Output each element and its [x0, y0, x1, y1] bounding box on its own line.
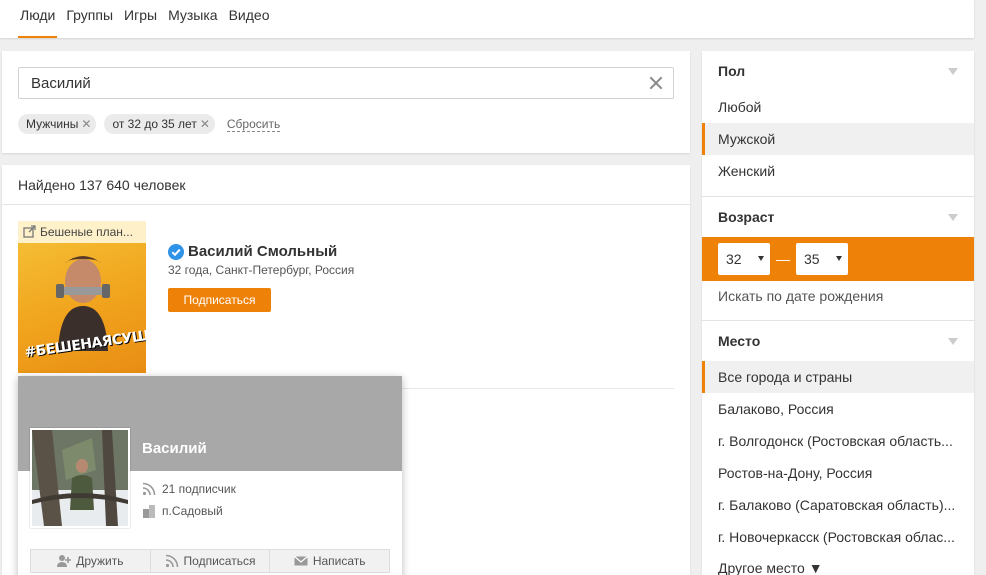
search-card: Мужчины ✕ от 32 до 35 лет ✕ Сбросить — [2, 51, 690, 153]
tab-games[interactable]: Игры — [124, 0, 157, 38]
add-friend-button[interactable]: Дружить — [30, 549, 151, 573]
remove-chip-icon[interactable]: ✕ — [200, 114, 210, 134]
collapse-arrow-icon — [948, 68, 958, 75]
location-stat: п.Садовый — [142, 504, 223, 518]
place-option[interactable]: г. Волгодонск (Ростовская область... — [702, 425, 974, 457]
age-range-dash: — — [776, 251, 790, 267]
rss-icon — [142, 482, 156, 496]
place-option[interactable]: г. Балаково (Саратовская область)... — [702, 489, 974, 521]
dropdown-caret-icon — [758, 256, 764, 261]
filters-sidebar: Пол Любой Мужской Женский Возраст 32 — 3… — [702, 51, 974, 575]
other-place-link[interactable]: Другое место ▼ — [702, 553, 974, 575]
age-section-header[interactable]: Возраст — [702, 197, 974, 237]
profile-hover-card: Василий 21 подписчик п.Садовый Дружить П… — [18, 376, 402, 575]
thumb-title: Бешеные план... — [18, 221, 146, 243]
age-from-select[interactable]: 32 — [718, 243, 770, 275]
filter-chip-age: от 32 до 35 лет ✕ — [104, 114, 215, 134]
search-box — [18, 67, 674, 99]
dropdown-caret-icon — [836, 256, 842, 261]
section-title: Место — [718, 333, 761, 349]
subscribe-button[interactable]: Подписаться — [168, 288, 271, 312]
clear-search-icon[interactable] — [647, 74, 665, 92]
tab-groups[interactable]: Группы — [66, 0, 113, 38]
result-item: Бешеные план... #БЕШЕНАЯСУШКА Василий См… — [18, 221, 674, 389]
add-friend-label: Дружить — [76, 554, 124, 568]
collapse-arrow-icon — [948, 338, 958, 345]
profile-name[interactable]: Василий — [142, 440, 207, 457]
place-option-all[interactable]: Все города и страны — [702, 361, 974, 393]
tab-music[interactable]: Музыка — [168, 0, 218, 38]
active-filters: Мужчины ✕ от 32 до 35 лет ✕ Сбросить — [18, 114, 281, 134]
search-category-tabs: Люди Группы Игры Музыка Видео — [0, 0, 974, 38]
place-section-header[interactable]: Место — [702, 321, 974, 361]
search-input[interactable] — [19, 68, 619, 98]
gender-section-header[interactable]: Пол — [702, 51, 974, 91]
avatar-photo-icon — [32, 430, 128, 526]
write-message-button[interactable]: Написать — [270, 549, 391, 573]
result-name-row: Василий Смольный — [168, 243, 337, 260]
subscribe-label: Подписаться — [183, 554, 256, 568]
write-label: Написать — [312, 554, 366, 568]
tab-people[interactable]: Люди — [17, 0, 58, 38]
age-to-select[interactable]: 35 — [796, 243, 848, 275]
age-from-value: 32 — [726, 251, 742, 267]
external-link-icon — [23, 225, 36, 238]
search-by-birthdate-link[interactable]: Искать по дате рождения — [702, 281, 974, 311]
age-to-value: 35 — [804, 251, 820, 267]
filter-chip-gender: Мужчины ✕ — [18, 114, 97, 134]
age-range-row: 32 — 35 — [702, 237, 974, 281]
envelope-icon — [293, 556, 308, 566]
result-thumbnail[interactable]: Бешеные план... #БЕШЕНАЯСУШКА — [18, 221, 146, 373]
place-option[interactable]: Балаково, Россия — [702, 393, 974, 425]
reset-filters-link[interactable]: Сбросить — [226, 117, 281, 132]
building-icon — [143, 505, 155, 518]
avatar[interactable] — [30, 428, 130, 528]
section-title: Пол — [718, 63, 746, 79]
chip-label: от 32 до 35 лет — [112, 117, 197, 131]
gender-option-female[interactable]: Женский — [702, 155, 974, 187]
add-friend-icon — [57, 555, 72, 567]
gender-option-any[interactable]: Любой — [702, 91, 974, 123]
result-meta: 32 года, Санкт-Петербург, Россия — [168, 263, 355, 277]
results-count: Найдено 137 640 человек — [2, 165, 690, 205]
profile-actions: Дружить Подписаться Написать — [30, 549, 391, 573]
top-nav: Люди Группы Игры Музыка Видео — [0, 0, 974, 38]
location-text: п.Садовый — [162, 504, 223, 518]
verified-check-icon — [168, 243, 184, 260]
place-option[interactable]: г. Новочеркасск (Ростовская облас... — [702, 521, 974, 553]
remove-chip-icon[interactable]: ✕ — [81, 114, 91, 134]
tab-video[interactable]: Видео — [229, 0, 270, 38]
subscribers-stat: 21 подписчик — [142, 482, 236, 496]
result-name-link[interactable]: Василий Смольный — [188, 243, 337, 260]
gender-option-male[interactable]: Мужской — [702, 123, 974, 155]
collapse-arrow-icon — [948, 214, 958, 221]
chip-label: Мужчины — [26, 117, 79, 131]
thumb-title-text: Бешеные план... — [40, 225, 133, 239]
rss-icon — [165, 554, 178, 568]
subscribers-count: 21 подписчик — [162, 482, 236, 496]
place-option[interactable]: Ростов-на-Дону, Россия — [702, 457, 974, 489]
popup-subscribe-button[interactable]: Подписаться — [150, 549, 271, 573]
section-title: Возраст — [718, 209, 775, 225]
